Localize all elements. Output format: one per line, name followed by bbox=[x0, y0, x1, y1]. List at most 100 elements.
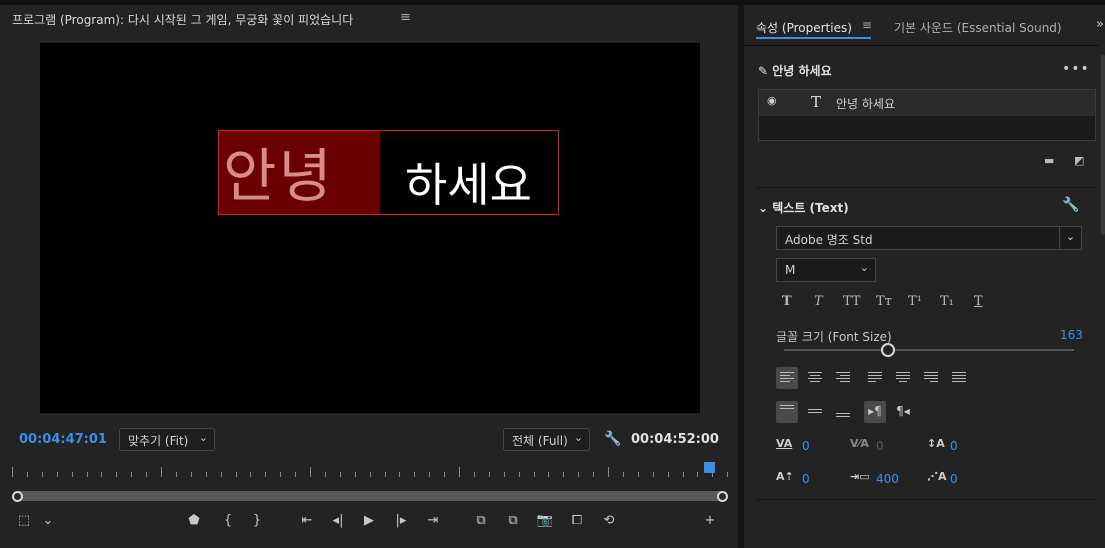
font-size-slider-knob[interactable] bbox=[881, 343, 896, 357]
small-caps-button[interactable]: Tт bbox=[876, 294, 892, 309]
layer-row[interactable]: ◉ T 안녕 하세요 bbox=[759, 90, 1095, 116]
rtl-direction-icon[interactable]: ¶◂ bbox=[892, 401, 914, 423]
ruler-tick bbox=[116, 472, 118, 477]
go-to-out-icon[interactable]: ⇥ bbox=[423, 513, 443, 528]
leading-icon: ↕A bbox=[927, 437, 945, 450]
add-button-icon[interactable]: + bbox=[700, 513, 720, 528]
more-tabs-icon[interactable]: » bbox=[1096, 17, 1104, 32]
font-family-value: Adobe 명조 Std bbox=[785, 233, 873, 247]
text-layer-icon: T bbox=[811, 93, 822, 111]
mark-in-icon[interactable]: { bbox=[218, 513, 238, 528]
add-marker-icon[interactable]: ⬟ bbox=[184, 513, 204, 528]
ruler-tick bbox=[593, 472, 595, 477]
tab-essential-sound[interactable]: 기본 사운드 (Essential Sound) bbox=[894, 19, 1062, 36]
layer-list[interactable]: ◉ T 안녕 하세요 bbox=[758, 89, 1096, 141]
ruler-tick bbox=[295, 472, 297, 477]
panel-menu-icon[interactable]: ≡ bbox=[862, 18, 872, 32]
align-left-button[interactable] bbox=[776, 367, 798, 389]
text-section-title: 텍스트 (Text) bbox=[772, 201, 849, 215]
chevron-down-icon: ⌄ bbox=[198, 431, 208, 444]
chevron-down-icon: ⌄ bbox=[573, 431, 583, 444]
new-layer-icon[interactable]: ◩ bbox=[1074, 154, 1084, 167]
properties-panel: 속성 (Properties) ≡ 기본 사운드 (Essential Soun… bbox=[744, 5, 1105, 548]
justify-last-right-button[interactable] bbox=[920, 367, 942, 389]
step-back-icon[interactable]: ◂| bbox=[328, 513, 348, 528]
wrench-icon[interactable]: 🔧 bbox=[1062, 197, 1079, 213]
baseline-shift-value[interactable]: 0 bbox=[802, 472, 810, 486]
playback-resolution-dropdown[interactable]: 전체 (Full) ⌄ bbox=[503, 428, 590, 451]
video-preview[interactable]: 안녕 하세요 bbox=[40, 43, 700, 413]
kerning-value[interactable]: 0 bbox=[802, 439, 810, 453]
all-caps-button[interactable]: TT bbox=[843, 294, 861, 309]
zoom-handle-right[interactable] bbox=[717, 491, 728, 502]
ruler-tick bbox=[533, 472, 535, 477]
font-style-value: M bbox=[785, 263, 796, 277]
step-forward-icon[interactable]: |▸ bbox=[391, 513, 411, 528]
time-ruler[interactable] bbox=[12, 463, 730, 477]
subscript-button[interactable]: T₁ bbox=[940, 294, 954, 309]
align-top-button[interactable] bbox=[776, 401, 798, 423]
align-right-button[interactable] bbox=[832, 367, 854, 389]
tracking-value: 0 bbox=[876, 439, 884, 453]
text-section-header[interactable]: ⌄ 텍스트 (Text) bbox=[758, 199, 849, 216]
zoom-level-dropdown[interactable]: 맞추기 (Fit) ⌄ bbox=[119, 428, 215, 451]
play-icon[interactable]: ▶ bbox=[359, 513, 379, 528]
playhead-marker[interactable] bbox=[704, 462, 715, 473]
tab-width-value[interactable]: 400 bbox=[876, 472, 899, 486]
resolution-value: 전체 (Full) bbox=[512, 434, 568, 448]
superscript-button[interactable]: T¹ bbox=[908, 294, 922, 309]
justify-all-button[interactable] bbox=[948, 367, 970, 389]
extract-icon[interactable]: ⧉ bbox=[503, 513, 523, 528]
safe-margins-icon[interactable]: ⬚ bbox=[14, 513, 34, 528]
font-size-value[interactable]: 163 bbox=[1060, 328, 1083, 342]
tsume-value[interactable]: 0 bbox=[950, 472, 958, 486]
mark-out-icon[interactable]: } bbox=[247, 513, 267, 528]
justify-last-left-button[interactable] bbox=[864, 367, 886, 389]
align-bottom-button[interactable] bbox=[832, 401, 854, 423]
align-middle-button[interactable] bbox=[804, 401, 826, 423]
ruler-tick bbox=[622, 472, 624, 477]
go-to-in-icon[interactable]: ⇤ bbox=[297, 513, 317, 528]
underline-button[interactable]: T bbox=[974, 294, 983, 309]
font-size-slider[interactable] bbox=[784, 349, 1074, 351]
chevron-down-icon: ⌄ bbox=[758, 201, 773, 215]
playhead-timecode[interactable]: 00:04:47:01 bbox=[19, 432, 107, 447]
vr-video-icon[interactable]: ⟲ bbox=[599, 513, 619, 528]
font-style-dropdown[interactable]: M ⌄ bbox=[776, 258, 876, 282]
ruler-tick bbox=[548, 472, 550, 477]
zoom-handle-left[interactable] bbox=[12, 491, 23, 502]
ruler-tick bbox=[459, 467, 460, 477]
zoom-scrollbar-thumb[interactable] bbox=[14, 491, 726, 501]
zoom-scrollbar[interactable] bbox=[14, 491, 726, 501]
comparison-view-icon[interactable]: ⧠ bbox=[567, 513, 587, 528]
ruler-tick bbox=[444, 472, 446, 477]
ruler-tick bbox=[697, 472, 699, 477]
program-panel-title[interactable]: 프로그램 (Program): 다시 시작된 그 게임, 무궁화 꽃이 피었습니… bbox=[12, 11, 353, 28]
ltr-direction-icon[interactable]: ▸¶ bbox=[864, 401, 886, 423]
eye-icon[interactable]: ◉ bbox=[767, 94, 777, 107]
faux-italic-button[interactable]: T bbox=[814, 294, 823, 309]
export-frame-icon[interactable]: 📷 bbox=[535, 513, 555, 528]
new-group-icon[interactable]: ▬ bbox=[1044, 154, 1054, 167]
lift-icon[interactable]: ⧉ bbox=[471, 513, 491, 528]
title-selection-box[interactable]: 안녕 하세요 bbox=[218, 130, 559, 215]
font-family-dropdown[interactable]: Adobe 명조 Std ⌄ bbox=[776, 226, 1082, 250]
chevron-down-icon[interactable]: ⌄ bbox=[38, 513, 58, 528]
ruler-tick bbox=[518, 472, 520, 477]
align-center-button[interactable] bbox=[804, 367, 826, 389]
graphic-layer-icon: ✎ bbox=[758, 64, 773, 78]
tab-properties[interactable]: 속성 (Properties) bbox=[756, 19, 852, 36]
leading-value[interactable]: 0 bbox=[950, 439, 958, 453]
chevron-down-icon[interactable]: ⌄ bbox=[1059, 227, 1081, 249]
ruler-tick bbox=[667, 472, 669, 477]
ruler-tick bbox=[56, 472, 58, 477]
more-options-icon[interactable]: ••• bbox=[1062, 61, 1090, 77]
justify-last-center-button[interactable] bbox=[892, 367, 914, 389]
faux-bold-button[interactable]: T bbox=[782, 294, 792, 309]
title-text: 하세요 bbox=[405, 158, 532, 212]
panel-menu-icon[interactable]: ≡ bbox=[400, 10, 411, 25]
divider bbox=[756, 187, 1096, 188]
vertical-scrollbar[interactable] bbox=[1101, 55, 1105, 235]
settings-wrench-icon[interactable]: 🔧 bbox=[604, 431, 621, 447]
ruler-tick bbox=[637, 472, 639, 477]
